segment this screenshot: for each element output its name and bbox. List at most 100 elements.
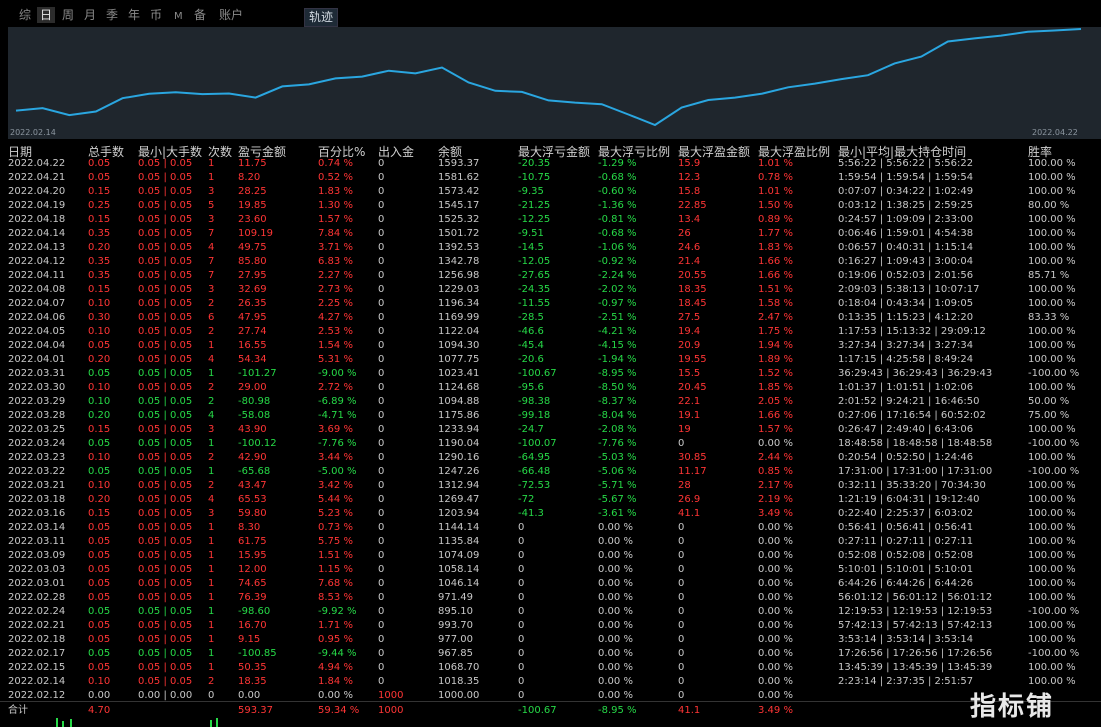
tab-9[interactable]: 账户 bbox=[219, 7, 243, 23]
cell-max-float-profit-pct: 2.44 % bbox=[758, 452, 793, 463]
cell-inout: 0 bbox=[378, 592, 385, 603]
cell-pct: 1.71 % bbox=[318, 620, 353, 631]
cell-date: 2022.03.16 bbox=[8, 508, 66, 519]
cell-max-float-loss-pct: -5.71 % bbox=[598, 480, 637, 491]
table-row[interactable]: 2022.04.19 0.25 0.05 | 0.05 5 19.85 1.30 % 0 15… bbox=[0, 199, 1101, 213]
tab-4[interactable]: 季 bbox=[106, 7, 118, 23]
cell-max-float-loss: -12.05 bbox=[518, 256, 551, 267]
tab-8[interactable]: 备 bbox=[194, 7, 206, 23]
cell-pnl: 50.35 bbox=[238, 662, 267, 673]
cell-pnl: 18.35 bbox=[238, 676, 267, 687]
table-row[interactable]: 2022.03.21 0.10 0.05 | 0.05 2 43.47 3.42 % 0 13… bbox=[0, 479, 1101, 493]
table-row[interactable]: 2022.03.11 0.05 0.05 | 0.05 1 61.75 5.75 % 0 11… bbox=[0, 535, 1101, 549]
tab-0[interactable]: 综 bbox=[19, 7, 31, 23]
table-row[interactable]: 2022.03.01 0.05 0.05 | 0.05 1 74.65 7.68 % 0 10… bbox=[0, 577, 1101, 591]
cell-hold-time: 0:07:07 | 0:34:22 | 1:02:49 bbox=[838, 186, 974, 197]
cell-max-float-profit-pct: 0.00 % bbox=[758, 592, 793, 603]
table-row[interactable]: 2022.02.18 0.05 0.05 | 0.05 1 9.15 0.95 % 0 977… bbox=[0, 633, 1101, 647]
cell-pct: 3.69 % bbox=[318, 424, 353, 435]
cell-count: 1 bbox=[208, 578, 215, 589]
table-row[interactable]: 2022.03.29 0.10 0.05 | 0.05 2 -80.98 -6.89 % 0… bbox=[0, 395, 1101, 409]
table-row[interactable]: 2022.04.08 0.15 0.05 | 0.05 3 32.69 2.73 % 0 12… bbox=[0, 283, 1101, 297]
cell-date: 2022.03.25 bbox=[8, 424, 66, 435]
cell-pnl: 15.95 bbox=[238, 550, 267, 561]
table-row[interactable]: 2022.03.09 0.05 0.05 | 0.05 1 15.95 1.51 % 0 10… bbox=[0, 549, 1101, 563]
table-row[interactable]: 2022.04.21 0.05 0.05 | 0.05 1 8.20 0.52 % 0 158… bbox=[0, 171, 1101, 185]
cell-pnl: 32.69 bbox=[238, 284, 267, 295]
cell-max-float-loss-pct: -1.94 % bbox=[598, 354, 637, 365]
table-row[interactable]: 2022.02.17 0.05 0.05 | 0.05 1 -100.85 -9.44 %… bbox=[0, 647, 1101, 661]
tab-7[interactable]: M bbox=[174, 9, 183, 25]
cell-win-rate: 100.00 % bbox=[1028, 340, 1076, 351]
table-row[interactable]: 2022.04.11 0.35 0.05 | 0.05 7 27.95 2.27 % 0 12… bbox=[0, 269, 1101, 283]
cell-max-float-loss-pct: -4.15 % bbox=[598, 340, 637, 351]
table-row[interactable]: 2022.04.04 0.05 0.05 | 0.05 1 16.55 1.54 % 0 10… bbox=[0, 339, 1101, 353]
table-row[interactable]: 2022.04.05 0.10 0.05 | 0.05 2 27.74 2.53 % 0 11… bbox=[0, 325, 1101, 339]
table-row[interactable]: 2022.02.15 0.05 0.05 | 0.05 1 50.35 4.94 % 0 10… bbox=[0, 661, 1101, 675]
table-row[interactable]: 2022.02.14 0.10 0.05 | 0.05 2 18.35 1.84 % 0 10… bbox=[0, 675, 1101, 689]
table-row[interactable]: 2022.03.24 0.05 0.05 | 0.05 1 -100.12 -7.76 %… bbox=[0, 437, 1101, 451]
cell-total-lots: 0.15 bbox=[88, 214, 111, 225]
table-row[interactable]: 2022.04.20 0.15 0.05 | 0.05 3 28.25 1.83 % 0 15… bbox=[0, 185, 1101, 199]
cell-count: 2 bbox=[208, 452, 215, 463]
cell-total-lots: 0.05 bbox=[88, 634, 111, 645]
table-row[interactable]: 2022.03.18 0.20 0.05 | 0.05 4 65.53 5.44 % 0 12… bbox=[0, 493, 1101, 507]
cell-inout: 0 bbox=[378, 158, 385, 169]
cell-max-float-loss-pct: 0.00 % bbox=[598, 536, 633, 547]
table-row[interactable]: 2022.02.28 0.05 0.05 | 0.05 1 76.39 8.53 % 0 97… bbox=[0, 591, 1101, 605]
table-row[interactable]: 2022.04.18 0.15 0.05 | 0.05 3 23.60 1.57 % 0 15… bbox=[0, 213, 1101, 227]
cell-max-float-loss: -14.5 bbox=[518, 242, 544, 253]
table-row[interactable]: 2022.03.31 0.05 0.05 | 0.05 1 -101.27 -9.00 %… bbox=[0, 367, 1101, 381]
cell-max-float-profit-pct: 0.00 % bbox=[758, 578, 793, 589]
table-row[interactable]: 2022.04.06 0.30 0.05 | 0.05 6 47.95 4.27 % 0 11… bbox=[0, 311, 1101, 325]
table-row[interactable]: 2022.03.22 0.05 0.05 | 0.05 1 -65.68 -5.00 % 0… bbox=[0, 465, 1101, 479]
cell-pnl: 12.00 bbox=[238, 564, 267, 575]
table-row[interactable]: 2022.02.21 0.05 0.05 | 0.05 1 16.70 1.71 % 0 99… bbox=[0, 619, 1101, 633]
table-row[interactable]: 2022.02.24 0.05 0.05 | 0.05 1 -98.60 -9.92 % 0… bbox=[0, 605, 1101, 619]
cell-total-lots: 0.05 bbox=[88, 340, 111, 351]
tab-trajectory[interactable]: 轨迹 bbox=[304, 8, 339, 27]
table-row[interactable]: 2022.03.23 0.10 0.05 | 0.05 2 42.90 3.44 % 0 12… bbox=[0, 451, 1101, 465]
cell-max-float-loss: -9.51 bbox=[518, 228, 544, 239]
table-row[interactable]: 2022.04.12 0.35 0.05 | 0.05 7 85.80 6.83 % 0 13… bbox=[0, 255, 1101, 269]
tab-1[interactable]: 日 bbox=[37, 7, 56, 23]
cell-max-float-loss-pct: -8.50 % bbox=[598, 382, 637, 393]
cell-max-float-profit: 0 bbox=[678, 438, 685, 449]
cell-pct: 5.75 % bbox=[318, 536, 353, 547]
cell-date: 2022.03.11 bbox=[8, 536, 66, 547]
cell-max-float-loss-pct: -0.92 % bbox=[598, 256, 637, 267]
cell-count: 7 bbox=[208, 228, 215, 239]
cell-balance: 1312.94 bbox=[438, 480, 480, 491]
tab-2[interactable]: 周 bbox=[62, 7, 74, 23]
cell-max-float-loss: -98.38 bbox=[518, 396, 551, 407]
cell-hold-time: 0:19:06 | 0:52:03 | 2:01:56 bbox=[838, 270, 974, 281]
cell-max-float-loss: -24.35 bbox=[518, 284, 551, 295]
cell-min-max-lots: 0.05 | 0.05 bbox=[138, 634, 193, 645]
table-row[interactable]: 2022.04.14 0.35 0.05 | 0.05 7 109.19 7.84 % 0 1… bbox=[0, 227, 1101, 241]
cell-max-float-loss: -72.53 bbox=[518, 480, 551, 491]
table-row[interactable]: 2022.04.22 0.05 0.05 | 0.05 1 11.75 0.74 % 0 15… bbox=[0, 157, 1101, 171]
table-row[interactable]: 2022.03.25 0.15 0.05 | 0.05 3 43.90 3.69 % 0 12… bbox=[0, 423, 1101, 437]
table-row[interactable]: 2022.04.13 0.20 0.05 | 0.05 4 49.75 3.71 % 0 13… bbox=[0, 241, 1101, 255]
total-row: 合计 4.70 593.37 59.34 % 1000 -100.67 -8.95 % 41.… bbox=[0, 701, 1101, 718]
table-row[interactable]: 2022.03.30 0.10 0.05 | 0.05 2 29.00 2.72 % 0 11… bbox=[0, 381, 1101, 395]
table-row[interactable]: 2022.04.01 0.20 0.05 | 0.05 4 54.34 5.31 % 0 10… bbox=[0, 353, 1101, 367]
tab-6[interactable]: 币 bbox=[150, 7, 162, 23]
cell-win-rate: 100.00 % bbox=[1028, 298, 1076, 309]
cell-max-float-profit: 0 bbox=[678, 536, 685, 547]
table-row[interactable]: 2022.03.14 0.05 0.05 | 0.05 1 8.30 0.73 % 0 114… bbox=[0, 521, 1101, 535]
cell-max-float-loss-pct: -0.68 % bbox=[598, 172, 637, 183]
table-row[interactable]: 2022.04.07 0.10 0.05 | 0.05 2 26.35 2.25 % 0 11… bbox=[0, 297, 1101, 311]
table-row[interactable]: 2022.03.16 0.15 0.05 | 0.05 3 59.80 5.23 % 0 12… bbox=[0, 507, 1101, 521]
table-row[interactable]: 2022.03.03 0.05 0.05 | 0.05 1 12.00 1.15 % 0 10… bbox=[0, 563, 1101, 577]
cell-date: 2022.03.18 bbox=[8, 494, 66, 505]
cell-win-rate: 100.00 % bbox=[1028, 480, 1076, 491]
tab-5[interactable]: 年 bbox=[128, 7, 140, 23]
cell-pnl: 11.75 bbox=[238, 158, 267, 169]
cell-max-float-profit-pct: 0.00 % bbox=[758, 620, 793, 631]
cell-inout: 0 bbox=[378, 522, 385, 533]
cell-max-float-loss: -72 bbox=[518, 494, 535, 505]
tab-3[interactable]: 月 bbox=[84, 7, 96, 23]
cell-hold-time: 1:21:19 | 6:04:31 | 19:12:40 bbox=[838, 494, 980, 505]
table-row[interactable]: 2022.03.28 0.20 0.05 | 0.05 4 -58.08 -4.71 % 0… bbox=[0, 409, 1101, 423]
